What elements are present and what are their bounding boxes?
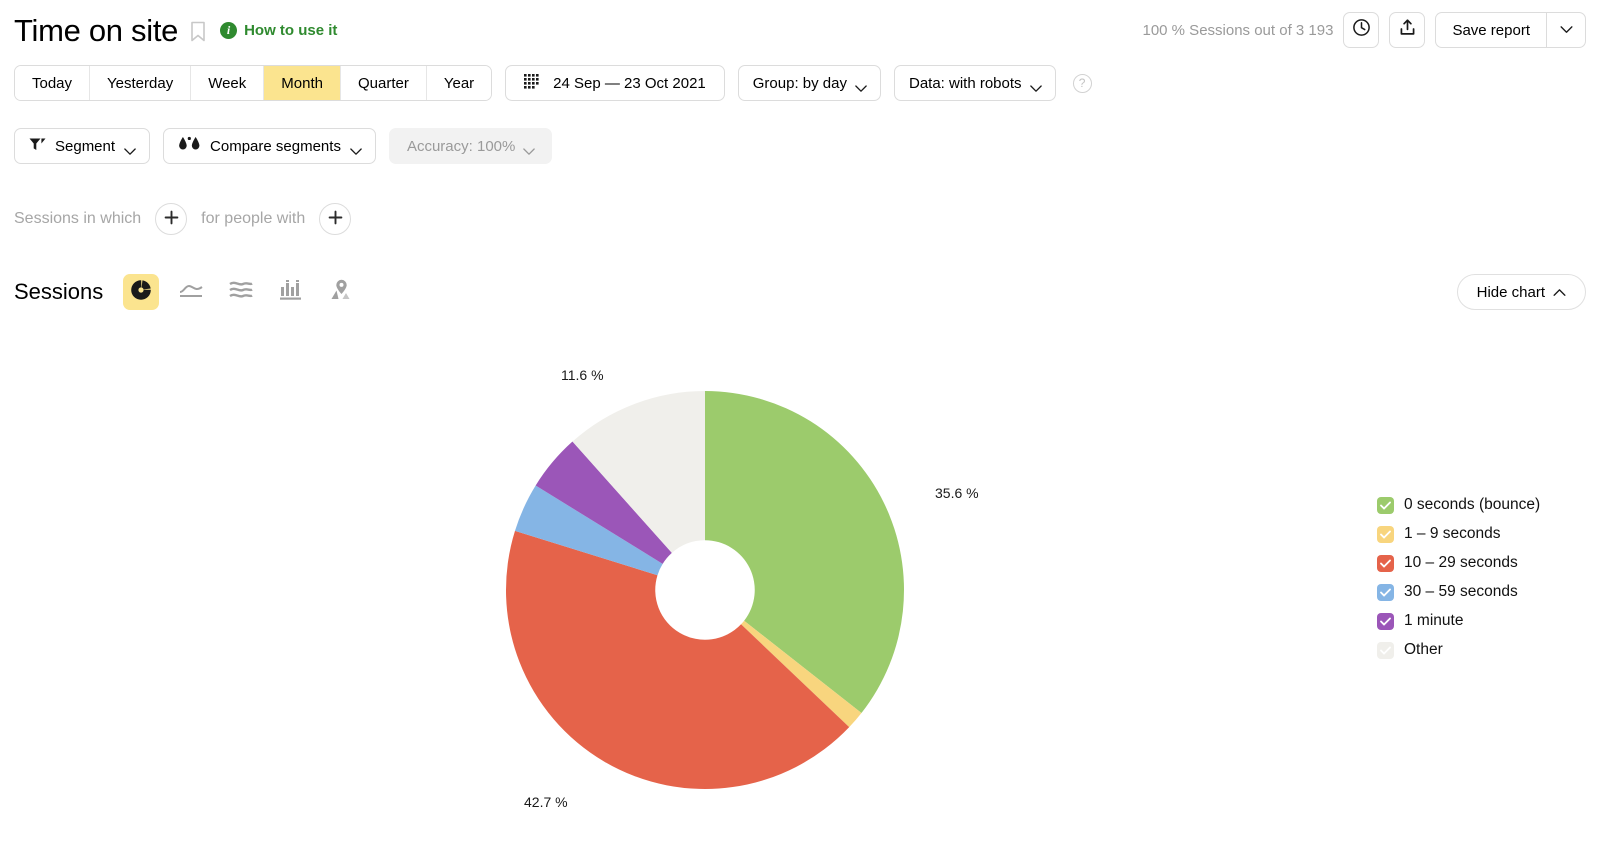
how-to-use-it-label: How to use it (244, 21, 338, 39)
report-page: Time on site i How to use it 100 % Sessi… (0, 0, 1600, 862)
clock-icon (1352, 18, 1371, 42)
legend-checkbox[interactable] (1377, 525, 1394, 543)
date-range-picker[interactable]: 24 Sep — 23 Oct 2021 (505, 65, 725, 101)
export-button[interactable] (1389, 12, 1426, 48)
chevron-down-icon (124, 143, 136, 155)
chart-type-area-button[interactable] (223, 274, 259, 310)
legend-checkbox[interactable] (1377, 641, 1394, 659)
metric-label: Sessions (14, 279, 104, 304)
for-people-with-label: for people with (201, 210, 306, 227)
legend-checkbox[interactable] (1377, 612, 1394, 630)
legend-item-10-29-seconds[interactable]: 10 – 29 seconds (1377, 554, 1592, 572)
legend-item-other[interactable]: Other (1377, 641, 1592, 659)
legend-item-1-minute[interactable]: 1 minute (1377, 612, 1592, 630)
legend-item-0-seconds-bounce[interactable]: 0 seconds (bounce) (1377, 496, 1592, 514)
help-icon[interactable]: ? (1072, 73, 1092, 93)
legend-item-1-9-seconds[interactable]: 1 – 9 seconds (1377, 525, 1592, 543)
plus-icon (328, 210, 343, 229)
add-session-condition-button[interactable] (155, 203, 188, 235)
legend-label: 0 seconds (bounce) (1404, 496, 1541, 513)
hide-chart-label: Hide chart (1476, 283, 1545, 301)
sessions-summary: 100 % Sessions out of 3 193 (1142, 21, 1334, 39)
history-button[interactable] (1343, 12, 1380, 48)
chart-type-line-button[interactable] (173, 274, 209, 310)
bookmark-icon[interactable] (190, 21, 206, 42)
pie-chart-icon (130, 279, 152, 306)
chart-type-bar-button[interactable] (273, 274, 309, 310)
filter-builder: Sessions in which for people with (14, 200, 352, 238)
period-tab-yesterday[interactable]: Yesterday (90, 66, 192, 100)
add-people-condition-button[interactable] (319, 203, 352, 235)
how-to-use-it-link[interactable]: i How to use it (220, 21, 338, 39)
period-tab-quarter[interactable]: Quarter (340, 66, 427, 100)
header-actions: 100 % Sessions out of 3 193 Save report (1142, 0, 1586, 60)
pie-slice-label: 11.6 % (561, 367, 604, 383)
save-report-button[interactable]: Save report (1435, 12, 1546, 48)
legend-label: Other (1404, 641, 1443, 658)
info-icon: i (220, 21, 238, 39)
calendar-icon (524, 73, 541, 94)
chart-legend: 0 seconds (bounce) 1 – 9 seconds 10 – 29… (1377, 496, 1592, 659)
pie-chart-svg[interactable] (505, 390, 905, 790)
chart-type-map-button[interactable] (323, 274, 359, 310)
legend-label: 1 minute (1404, 612, 1464, 629)
data-mode-label: Data: with robots (908, 74, 1022, 92)
legend-checkbox[interactable] (1377, 554, 1394, 572)
plus-icon (164, 210, 179, 229)
segment-label: Segment (55, 137, 116, 155)
chevron-down-icon (1029, 80, 1042, 92)
area-chart-icon (229, 280, 253, 305)
legend-label: 10 – 29 seconds (1404, 554, 1518, 571)
pie-chart[interactable] (505, 390, 905, 790)
pie-slice-label: 42.7 % (524, 794, 568, 810)
chart-toolbar: Sessions (14, 272, 359, 312)
chart-type-pie-button[interactable] (123, 274, 160, 310)
compare-segments-dropdown[interactable]: Compare segments (163, 128, 376, 164)
chevron-down-icon (350, 143, 362, 155)
chart-area (0, 330, 1600, 850)
chevron-down-icon (523, 143, 536, 155)
period-tab-week[interactable]: Week (191, 66, 265, 100)
period-tab-today[interactable]: Today (15, 66, 91, 100)
accuracy-label: Accuracy: 100% (406, 137, 516, 155)
page-header: Time on site i How to use it 100 % Sessi… (0, 0, 1600, 60)
pie-slice-label: 35.6 % (935, 485, 979, 501)
period-tab-year[interactable]: Year (426, 66, 492, 100)
segment-toolbar: Segment Compare segments Accuracy: 100% (14, 128, 553, 164)
date-range-label: 24 Sep — 23 Oct 2021 (553, 74, 706, 92)
sessions-in-which-label: Sessions in which (14, 210, 142, 227)
group-by-dropdown[interactable]: Group: by day (737, 65, 881, 101)
legend-checkbox[interactable] (1377, 583, 1394, 601)
compare-drops-icon (178, 136, 201, 156)
export-icon (1398, 18, 1417, 42)
compare-segments-label: Compare segments (210, 137, 341, 155)
legend-label: 30 – 59 seconds (1404, 583, 1518, 600)
period-tab-group: Today Yesterday Week Month Quarter Year (14, 65, 493, 101)
map-chart-icon (330, 279, 352, 305)
line-chart-icon (179, 281, 203, 304)
chevron-down-icon (855, 80, 867, 92)
chevron-up-icon (1553, 284, 1566, 301)
accuracy-dropdown[interactable]: Accuracy: 100% (388, 128, 553, 164)
legend-label: 1 – 9 seconds (1404, 525, 1501, 542)
group-by-label: Group: by day (752, 74, 847, 92)
bar-chart-icon (280, 279, 302, 305)
data-mode-dropdown[interactable]: Data: with robots (893, 65, 1056, 101)
page-title: Time on site (14, 12, 179, 48)
save-report-group: Save report (1435, 12, 1586, 48)
hide-chart-button[interactable]: Hide chart (1456, 274, 1586, 310)
legend-checkbox[interactable] (1377, 496, 1394, 514)
legend-item-30-59-seconds[interactable]: 30 – 59 seconds (1377, 583, 1592, 601)
period-toolbar: Today Yesterday Week Month Quarter Year … (14, 65, 1092, 101)
chevron-down-icon (1560, 21, 1573, 39)
period-tab-month[interactable]: Month (264, 66, 341, 100)
save-report-dropdown-button[interactable] (1546, 12, 1586, 48)
segment-dropdown[interactable]: Segment (14, 128, 151, 164)
funnel-icon (29, 137, 46, 156)
